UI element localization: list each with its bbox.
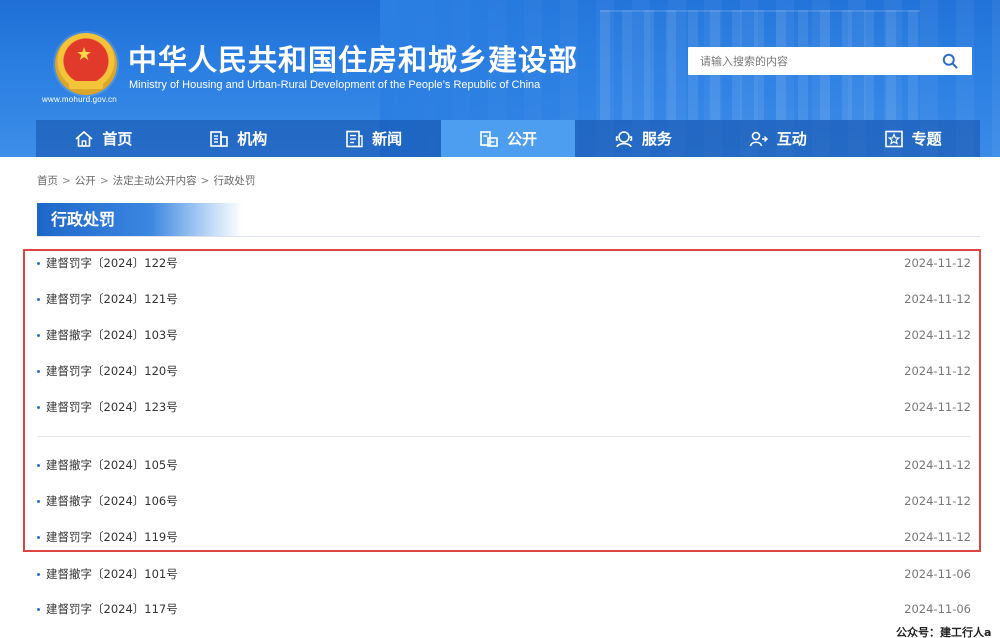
list-item-link[interactable]: 建督撤字〔2024〕105号 [37,457,178,473]
breadcrumb-statutory[interactable]: 法定主动公开内容 [113,173,197,188]
list-item: 建督罚字〔2024〕119号 2024-11-12 [37,527,971,547]
topic-icon [884,130,903,147]
bullet-icon [37,607,40,611]
breadcrumb-current[interactable]: 行政处罚 [213,173,255,188]
list-item: 建督撤字〔2024〕105号 2024-11-12 [37,455,971,475]
list-divider [37,436,971,437]
nav-item-agency[interactable]: 机构 [171,120,306,157]
doc-title[interactable]: 建督撤字〔2024〕101号 [46,566,178,582]
bullet-icon [37,499,40,503]
list-item-link[interactable]: 建督罚字〔2024〕117号 [37,601,178,617]
doc-date: 2024-11-12 [904,328,971,342]
breadcrumb-separator: > [99,174,109,187]
doc-title[interactable]: 建督撤字〔2024〕106号 [46,493,178,509]
section-header: 行政处罚 [37,203,980,237]
nav-label: 新闻 [372,130,403,148]
list-item: 建督罚字〔2024〕123号 2024-11-12 [37,397,971,417]
home-icon [75,130,93,147]
doc-date: 2024-11-12 [904,256,971,270]
list-item-link[interactable]: 建督罚字〔2024〕123号 [37,399,178,415]
public-info-icon [480,130,498,147]
bullet-icon [37,535,40,539]
nav-item-interact[interactable]: 互动 [710,120,845,157]
breadcrumb: 首页 > 公开 > 法定主动公开内容 > 行政处罚 [37,173,255,188]
doc-title[interactable]: 建督罚字〔2024〕120号 [46,363,178,379]
doc-date: 2024-11-12 [904,400,971,414]
national-emblem-icon[interactable] [55,33,117,95]
bullet-icon [37,463,40,467]
site-title-en: Ministry of Housing and Urban-Rural Deve… [129,79,541,91]
bullet-icon [37,297,40,301]
breadcrumb-home[interactable]: 首页 [37,173,58,188]
breadcrumb-separator: > [200,174,210,187]
bullet-icon [37,369,40,373]
nav-item-news[interactable]: 新闻 [306,120,441,157]
list-item-link[interactable]: 建督撤字〔2024〕101号 [37,566,178,582]
section-title: 行政处罚 [37,203,242,236]
doc-title[interactable]: 建督罚字〔2024〕123号 [46,399,178,415]
doc-title[interactable]: 建督罚字〔2024〕121号 [46,291,178,307]
site-url: www.mohurd.gov.cn [42,95,117,104]
list-item-link[interactable]: 建督撤字〔2024〕106号 [37,493,178,509]
site-title-cn[interactable]: 中华人民共和国住房和城乡建设部 [128,37,578,79]
nav-item-service[interactable]: 服务 [575,120,710,157]
nav-label: 机构 [237,130,268,148]
doc-date: 2024-11-12 [904,494,971,508]
nav-label: 服务 [641,130,672,148]
nav-item-topic[interactable]: 专题 [845,120,980,157]
nav-item-home[interactable]: 首页 [36,120,171,157]
doc-date: 2024-11-12 [904,530,971,544]
list-item: 建督撤字〔2024〕106号 2024-11-12 [37,491,971,511]
breadcrumb-separator: > [62,174,71,187]
bullet-icon [37,261,40,265]
list-item-link[interactable]: 建督罚字〔2024〕122号 [37,255,178,271]
doc-title[interactable]: 建督罚字〔2024〕119号 [46,529,178,545]
list-item: 建督罚字〔2024〕120号 2024-11-12 [37,361,971,381]
search-input[interactable] [688,48,928,74]
building-icon [210,130,229,147]
nav-label: 专题 [911,130,942,148]
doc-date: 2024-11-12 [904,364,971,378]
service-icon [615,130,633,147]
nav-label: 首页 [102,130,133,148]
list-item-link[interactable]: 建督罚字〔2024〕120号 [37,363,178,379]
doc-title[interactable]: 建督撤字〔2024〕105号 [46,457,178,473]
main-nav: 首页 机构 新闻 公开 服务 互动 专题 [36,120,980,157]
interact-icon [749,131,768,146]
doc-date: 2024-11-12 [904,458,971,472]
search-icon [942,53,958,69]
doc-date: 2024-11-12 [904,292,971,306]
nav-label: 互动 [776,130,807,148]
list-item: 建督罚字〔2024〕122号 2024-11-12 [37,253,971,273]
nav-label: 公开 [507,130,538,148]
news-icon [346,130,363,147]
breadcrumb-public[interactable]: 公开 [75,173,96,188]
doc-date: 2024-11-06 [904,602,971,616]
list-item: 建督撤字〔2024〕101号 2024-11-06 [37,564,971,584]
doc-title[interactable]: 建督撤字〔2024〕103号 [46,327,178,343]
list-item: 建督罚字〔2024〕117号 2024-11-06 [37,599,971,619]
bullet-icon [37,572,40,576]
search-box [688,47,972,75]
search-button[interactable] [928,47,972,75]
nav-item-public[interactable]: 公开 [440,120,576,157]
list-item: 建督罚字〔2024〕121号 2024-11-12 [37,289,971,309]
doc-title[interactable]: 建督罚字〔2024〕117号 [46,601,178,617]
list-item-link[interactable]: 建督撤字〔2024〕103号 [37,327,178,343]
list-item-link[interactable]: 建督罚字〔2024〕121号 [37,291,178,307]
bullet-icon [37,405,40,409]
list-item-link[interactable]: 建督罚字〔2024〕119号 [37,529,178,545]
doc-title[interactable]: 建督罚字〔2024〕122号 [46,255,178,271]
doc-date: 2024-11-06 [904,567,971,581]
bullet-icon [37,333,40,337]
watermark-text: 公众号：建工行人a [896,626,992,638]
site-header: www.mohurd.gov.cn 中华人民共和国住房和城乡建设部 Minist… [0,0,1000,157]
list-item: 建督撤字〔2024〕103号 2024-11-12 [37,325,971,345]
